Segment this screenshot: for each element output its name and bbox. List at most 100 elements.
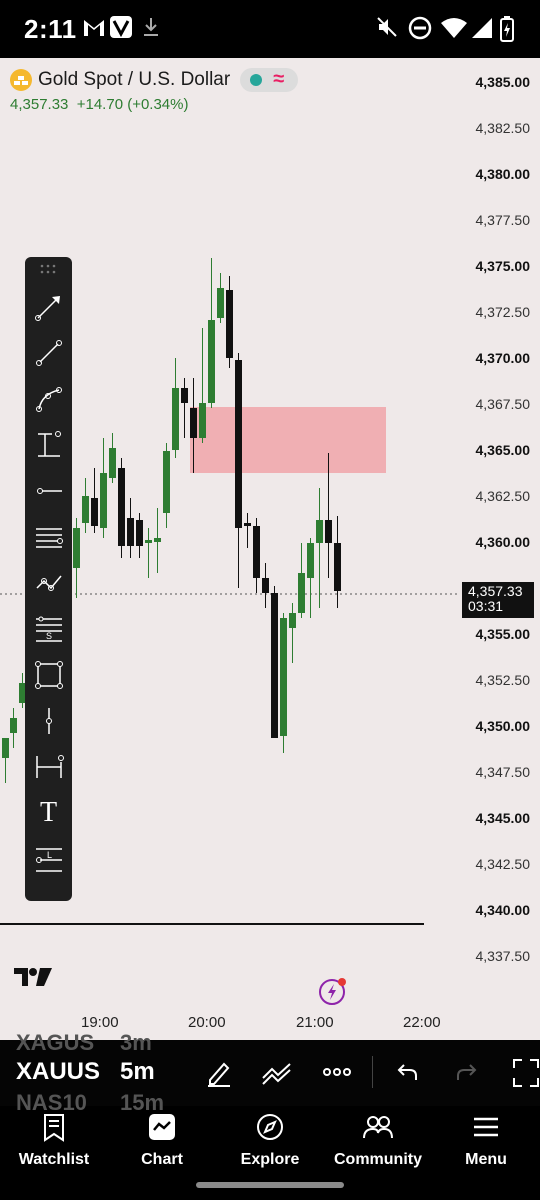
chart-area[interactable]: Gold Spot / U.S. Dollar ≈ 4,357.33 +14.7…	[0, 58, 540, 1040]
nav-explore[interactable]: Explore	[216, 1112, 324, 1172]
candle-body	[2, 738, 9, 758]
candle-body	[109, 448, 116, 478]
fib-s-icon: S	[35, 616, 62, 642]
price-axis-label: 4,347.50	[475, 764, 531, 780]
signal-icon	[472, 18, 492, 38]
candle-body	[127, 518, 134, 546]
undo-icon[interactable]	[394, 1060, 420, 1084]
candle-body	[280, 618, 287, 736]
nav-label: Chart	[141, 1151, 183, 1168]
date-range-icon	[35, 755, 64, 778]
price-axis-label: 4,380.00	[475, 166, 531, 182]
candle-body	[217, 288, 224, 318]
fib-l-tool[interactable]: L	[25, 839, 72, 879]
curve-tool[interactable]	[25, 379, 72, 419]
gold-bars-icon	[10, 69, 32, 91]
drawing-toolbar[interactable]: S T L	[25, 257, 72, 901]
nav-watchlist[interactable]: Watchlist	[0, 1112, 108, 1172]
candle-body	[172, 388, 179, 450]
fib-l-icon: L	[35, 848, 62, 872]
nav-community[interactable]: Community	[324, 1112, 432, 1172]
text-tool[interactable]: T	[25, 793, 72, 833]
trend-line-icon	[35, 340, 62, 366]
supply-zone-rectangle[interactable]	[190, 407, 386, 473]
svg-text:L: L	[47, 850, 52, 860]
nav-label: Explore	[240, 1151, 300, 1168]
fib-s-tool[interactable]: S	[25, 609, 72, 649]
v-app-icon	[110, 16, 132, 38]
candle-body	[334, 543, 341, 591]
parallel-lines-tool[interactable]	[25, 517, 72, 557]
vertical-line-tool[interactable]	[25, 701, 72, 741]
candle-body	[136, 520, 143, 546]
trend-line-tool[interactable]	[25, 333, 72, 373]
candle-body	[145, 540, 152, 543]
nav-label: Menu	[465, 1151, 507, 1168]
price-axis-label: 4,382.50	[475, 120, 531, 136]
drag-handle-icon[interactable]	[25, 261, 72, 279]
more-icon[interactable]	[322, 1062, 352, 1082]
current-symbol[interactable]: XAUUS	[16, 1058, 100, 1086]
price-axis-label: 4,337.50	[475, 948, 531, 964]
current-price-value: 4,357.33	[468, 583, 523, 599]
lightning-alert-icon[interactable]	[318, 976, 348, 1006]
wifi-icon	[441, 18, 467, 38]
candle-body	[10, 718, 17, 733]
candle-body	[307, 543, 314, 578]
symbol-price: 4,357.33	[10, 96, 69, 113]
candle-body	[82, 496, 89, 523]
wave-icon: ≈	[273, 68, 285, 90]
status-time: 2:11	[24, 14, 77, 44]
watchlist-icon	[44, 1114, 64, 1142]
indicator-toggle-pill[interactable]: ≈	[240, 68, 299, 92]
price-axis-label: 4,350.00	[475, 718, 531, 734]
prev-symbol[interactable]: XAGUS	[16, 1030, 94, 1056]
price-axis-label: 4,372.50	[475, 304, 531, 320]
polyline-tool[interactable]	[25, 563, 72, 603]
candle-body	[100, 473, 107, 528]
candle-body	[199, 403, 206, 438]
candle-body	[118, 468, 125, 546]
price-axis-label: 4,355.00	[475, 626, 531, 642]
nav-label: Watchlist	[18, 1151, 90, 1168]
price-axis-label: 4,370.00	[475, 350, 531, 366]
candle-body	[226, 290, 233, 358]
home-indicator[interactable]	[196, 1182, 344, 1188]
people-icon	[363, 1116, 393, 1139]
horizontal-ray-tool[interactable]	[25, 471, 72, 511]
compass-icon	[257, 1114, 283, 1140]
symbol-header[interactable]: Gold Spot / U.S. Dollar ≈	[10, 66, 299, 94]
price-axis-label: 4,375.00	[475, 258, 531, 274]
rectangle-tool[interactable]	[25, 655, 72, 695]
svg-text:S: S	[46, 631, 52, 641]
nav-menu[interactable]: Menu	[432, 1112, 540, 1172]
symbol-name: Gold Spot / U.S. Dollar	[38, 69, 231, 90]
pencil-icon[interactable]	[204, 1058, 234, 1088]
price-range-tool[interactable]	[25, 425, 72, 465]
mute-icon	[377, 17, 397, 37]
nav-label: Community	[334, 1151, 422, 1168]
candle-body	[73, 528, 80, 568]
drawing-template-icon[interactable]	[260, 1058, 294, 1088]
trend-line-arrow-tool[interactable]	[25, 287, 72, 327]
nav-chart[interactable]: Chart	[108, 1112, 216, 1172]
price-axis-label: 4,340.00	[475, 902, 531, 918]
price-axis-label: 4,377.50	[475, 212, 531, 228]
chart-icon	[149, 1114, 175, 1140]
candle-body	[181, 388, 188, 403]
parallel-lines-icon	[35, 528, 63, 548]
symbol-price-line: 4,357.33 +14.70 (+0.34%)	[10, 96, 188, 113]
redo-icon[interactable]	[454, 1060, 480, 1084]
prev-timeframe[interactable]: 3m	[120, 1030, 152, 1056]
price-axis-label: 4,360.00	[475, 534, 531, 550]
fullscreen-icon[interactable]	[512, 1058, 540, 1088]
time-axis-label: 21:00	[296, 1014, 334, 1031]
symbol-timeframe-row[interactable]: XAGUS 3m XAUUS 5m NAS10 15m	[0, 1030, 540, 1115]
candle-body	[208, 320, 215, 403]
date-range-tool[interactable]	[25, 747, 72, 787]
vertical-line-icon	[45, 708, 52, 734]
menu-icon	[474, 1117, 498, 1137]
rectangle-icon	[34, 661, 63, 689]
current-timeframe[interactable]: 5m	[120, 1058, 155, 1086]
time-axis-label: 20:00	[188, 1014, 226, 1031]
